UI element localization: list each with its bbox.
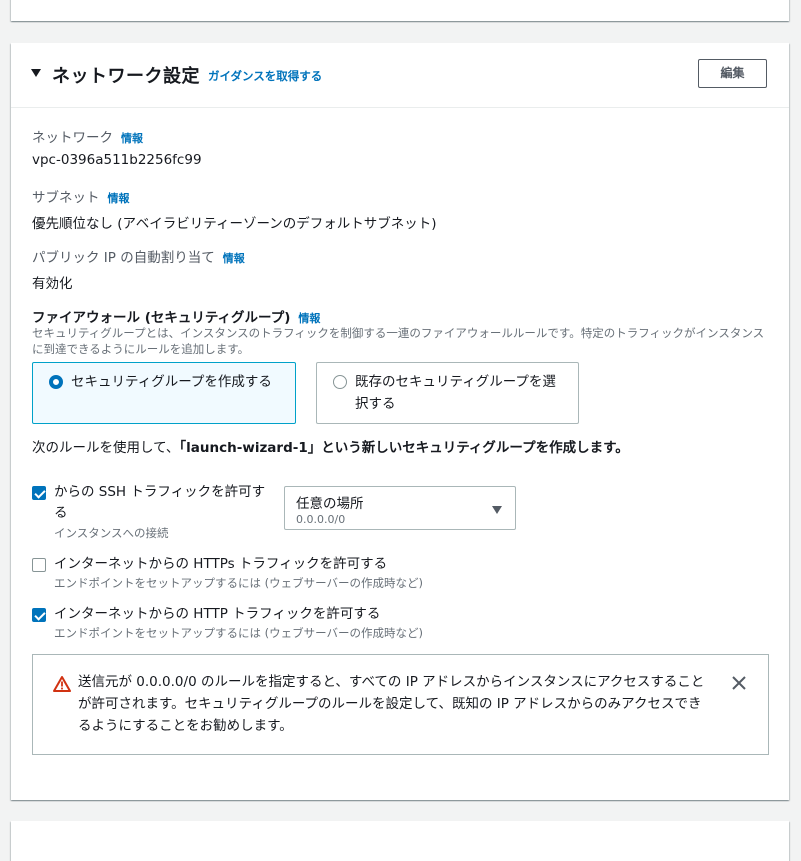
firewall-description: セキュリティグループとは、インスタンスのトラフィックを制御する一連のファイアウォ… — [32, 326, 765, 356]
network-label-text: ネットワーク — [32, 130, 113, 146]
warning-alert: 送信元が 0.0.0.0/0 のルールを指定すると、すべての IP アドレスから… — [32, 654, 769, 755]
http-checkbox[interactable] — [32, 608, 46, 622]
radio-selected-icon[interactable] — [49, 375, 63, 389]
edit-button[interactable]: 編集 — [698, 59, 767, 88]
public-ip-value: 有効化 — [32, 276, 73, 292]
close-icon[interactable] — [731, 675, 747, 691]
subnet-value: 優先順位なし (アベイラビリティーゾーンのデフォルトサブネット) — [32, 216, 437, 232]
public-ip-info-link[interactable]: 情報 — [223, 252, 245, 265]
subnet-label-text: サブネット — [32, 190, 100, 206]
radio-unselected-icon[interactable] — [333, 375, 347, 389]
alert-text: 送信元が 0.0.0.0/0 のルールを指定すると、すべての IP アドレスから… — [78, 674, 705, 734]
firewall-title-text: ファイアウォール (セキュリティグループ) — [32, 310, 291, 326]
network-settings-card: ネットワーク設定 ガイダンスを取得する 編集 ネットワーク 情報 vpc-0396… — [11, 43, 789, 800]
previous-section-card — [11, 0, 789, 21]
network-value: vpc-0396a511b2256fc99 — [32, 152, 202, 168]
create-security-group-option[interactable]: セキュリティグループを作成する — [32, 362, 296, 424]
rule-note: 次のルールを使用して、「launch-wizard-1」という新しいセキュリティ… — [32, 436, 629, 456]
https-checkbox[interactable] — [32, 558, 46, 572]
https-rule-label: インターネットからの HTTPs トラフィックを許可する — [54, 556, 388, 572]
public-ip-label: パブリック IP の自動割り当て 情報 — [32, 246, 245, 266]
network-label: ネットワーク 情報 — [32, 126, 143, 146]
subnet-label: サブネット 情報 — [32, 186, 130, 206]
dropdown-caret-icon — [492, 506, 502, 514]
warning-icon — [53, 676, 71, 692]
next-section-card — [11, 821, 789, 861]
ssh-rule-desc: インスタンスへの接続 — [54, 526, 169, 540]
existing-security-group-option[interactable]: 既存のセキュリティグループを選択する — [316, 362, 579, 424]
firewall-info-link[interactable]: 情報 — [298, 312, 320, 325]
ssh-checkbox[interactable] — [32, 486, 46, 500]
http-rule-desc: エンドポイントをセットアップするには (ウェブサーバーの作成時など) — [54, 626, 424, 640]
http-rule-label: インターネットからの HTTP トラフィックを許可する — [54, 606, 381, 622]
guidance-link[interactable]: ガイダンスを取得する — [208, 68, 322, 84]
ssh-source-selected: 任意の場所 — [296, 496, 364, 512]
ssh-source-select[interactable]: 任意の場所 0.0.0.0/0 — [284, 486, 516, 530]
section-header: ネットワーク設定 ガイダンスを取得する 編集 — [11, 43, 789, 108]
firewall-title: ファイアウォール (セキュリティグループ) 情報 — [32, 306, 320, 326]
existing-security-group-label: 既存のセキュリティグループを選択する — [355, 374, 556, 412]
public-ip-label-text: パブリック IP の自動割り当て — [32, 250, 215, 266]
https-rule-desc: エンドポイントをセットアップするには (ウェブサーバーの作成時など) — [54, 576, 424, 590]
rule-note-bold: 「launch-wizard-1」という新しいセキュリティグループを作成します。 — [179, 440, 629, 456]
subnet-info-link[interactable]: 情報 — [108, 192, 130, 205]
rule-note-prefix: 次のルールを使用して、 — [32, 440, 180, 456]
ssh-source-cidr: 0.0.0.0/0 — [296, 513, 346, 526]
network-info-link[interactable]: 情報 — [121, 132, 143, 145]
section-title[interactable]: ネットワーク設定 — [52, 62, 200, 88]
create-security-group-label: セキュリティグループを作成する — [71, 374, 272, 390]
caret-down-icon[interactable] — [31, 69, 41, 77]
ssh-rule-label: からの SSH トラフィックを許可する — [54, 484, 266, 521]
